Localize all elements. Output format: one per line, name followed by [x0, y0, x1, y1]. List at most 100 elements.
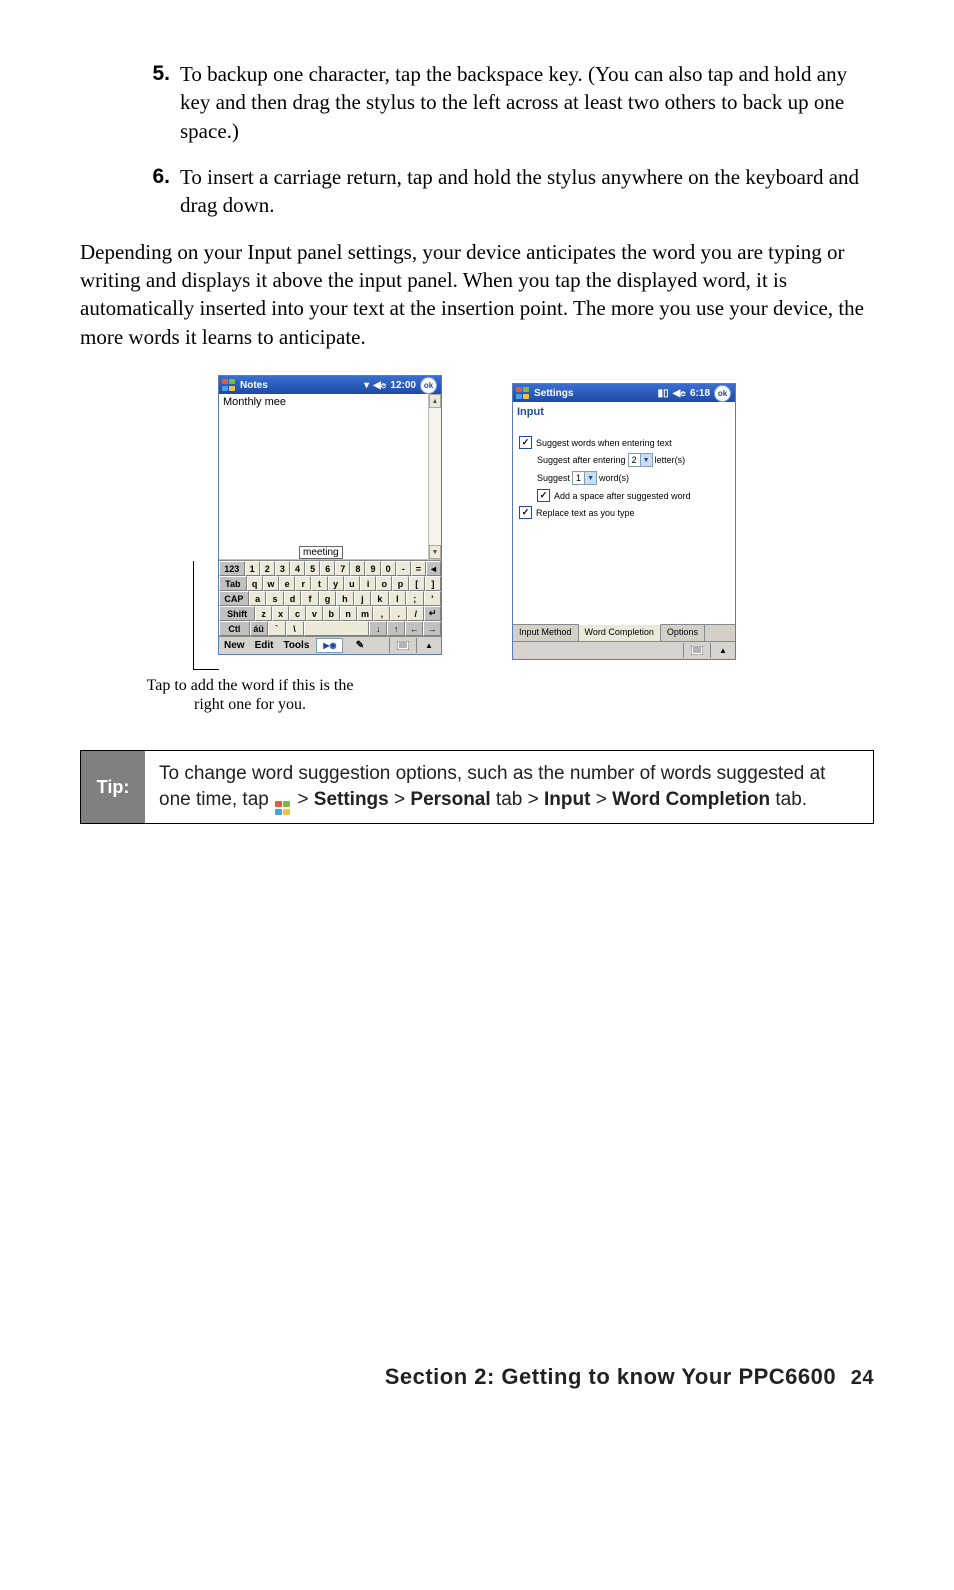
tab-input-method[interactable]: Input Method [513, 625, 579, 641]
scrollbar[interactable]: ▲ ▼ [428, 394, 441, 559]
word-suggestion[interactable]: meeting [299, 546, 343, 559]
key-6[interactable]: 6 [320, 561, 335, 576]
key-4[interactable]: 4 [290, 561, 305, 576]
scroll-up-button[interactable]: ▲ [429, 394, 441, 408]
paragraph-anticipate: Depending on your Input panel settings, … [80, 238, 874, 351]
key-w[interactable]: w [263, 576, 279, 591]
key-period[interactable]: . [390, 606, 407, 621]
key-minus[interactable]: - [396, 561, 411, 576]
sip-arrow-icon[interactable]: ▲ [416, 638, 441, 653]
key-o[interactable]: o [376, 576, 392, 591]
key-up[interactable]: ↑ [387, 621, 405, 636]
key-d[interactable]: d [284, 591, 301, 606]
key-lbracket[interactable]: [ [409, 576, 425, 591]
key-123[interactable]: 123 [219, 561, 245, 576]
key-3[interactable]: 3 [275, 561, 290, 576]
volume-icon: ◀ၔ [673, 386, 686, 401]
key-x[interactable]: x [272, 606, 289, 621]
key-a[interactable]: a [249, 591, 266, 606]
tab-options[interactable]: Options [661, 625, 705, 641]
start-icon[interactable] [515, 386, 530, 400]
key-slash[interactable]: / [407, 606, 424, 621]
key-left[interactable]: ← [405, 621, 423, 636]
checkbox-suggest[interactable]: ✓ [519, 436, 532, 449]
key-cap[interactable]: CAP [219, 591, 249, 606]
list-text-6: To insert a carriage return, tap and hol… [180, 163, 874, 220]
record-icon[interactable]: ▶◉ [316, 638, 343, 653]
key-7[interactable]: 7 [335, 561, 350, 576]
key-f[interactable]: f [301, 591, 318, 606]
key-down[interactable]: ↓ [369, 621, 387, 636]
key-2[interactable]: 2 [260, 561, 275, 576]
key-e[interactable]: e [279, 576, 295, 591]
key-right[interactable]: → [423, 621, 441, 636]
start-icon[interactable] [221, 378, 236, 392]
key-u[interactable]: u [344, 576, 360, 591]
key-s[interactable]: s [266, 591, 283, 606]
clock-time: 6:18 [690, 388, 710, 399]
key-r[interactable]: r [295, 576, 311, 591]
tab-word-completion[interactable]: Word Completion [579, 624, 661, 641]
menu-edit[interactable]: Edit [250, 640, 279, 651]
key-semicolon[interactable]: ; [406, 591, 423, 606]
key-8[interactable]: 8 [350, 561, 365, 576]
scroll-down-button[interactable]: ▼ [429, 545, 441, 559]
key-z[interactable]: z [255, 606, 272, 621]
key-comma[interactable]: , [373, 606, 390, 621]
key-1[interactable]: 1 [245, 561, 260, 576]
key-enter[interactable]: ↵ [424, 606, 441, 621]
key-g[interactable]: g [319, 591, 336, 606]
menu-tools[interactable]: Tools [278, 640, 314, 651]
key-y[interactable]: y [328, 576, 344, 591]
menu-new[interactable]: New [219, 640, 250, 651]
dropdown-words[interactable]: 1▼ [572, 471, 597, 485]
pen-icon[interactable]: ✎ [347, 639, 372, 652]
settings-subtitle: Input [513, 402, 735, 432]
key-j[interactable]: j [354, 591, 371, 606]
checkbox-addspace[interactable]: ✓ [537, 489, 550, 502]
list-number-5: 5. [140, 60, 170, 145]
key-n[interactable]: n [340, 606, 357, 621]
label-suggest: Suggest words when entering text [536, 438, 672, 448]
tip-body: To change word suggestion options, such … [145, 751, 873, 822]
notes-title: Notes [240, 380, 268, 391]
key-c[interactable]: c [289, 606, 306, 621]
label-suggest-a: Suggest [537, 473, 570, 483]
key-rbracket[interactable]: ] [425, 576, 441, 591]
key-shift[interactable]: Shift [219, 606, 255, 621]
key-m[interactable]: m [357, 606, 374, 621]
dropdown-letters[interactable]: 2▼ [628, 453, 653, 467]
ok-button[interactable]: ok [420, 377, 437, 394]
key-5[interactable]: 5 [305, 561, 320, 576]
soft-keyboard[interactable]: 123 1 2 3 4 5 6 7 8 9 0 - = ◄ Tab [219, 560, 441, 636]
key-0[interactable]: 0 [381, 561, 396, 576]
ok-button[interactable]: ok [714, 385, 731, 402]
key-b[interactable]: b [323, 606, 340, 621]
sip-keyboard-icon[interactable] [683, 643, 710, 658]
key-h[interactable]: h [336, 591, 353, 606]
key-space[interactable] [304, 621, 370, 636]
key-t[interactable]: t [311, 576, 327, 591]
key-v[interactable]: v [306, 606, 323, 621]
key-tab[interactable]: Tab [219, 576, 247, 591]
key-p[interactable]: p [392, 576, 408, 591]
key-backslash[interactable]: \ [286, 621, 304, 636]
key-equals[interactable]: = [411, 561, 426, 576]
notes-menubar: New Edit Tools ▶◉ ✎ ▲ [219, 636, 441, 654]
settings-titlebar: Settings ▮▯ ◀ၔ 6:18 ok [513, 384, 735, 402]
key-9[interactable]: 9 [365, 561, 380, 576]
key-l[interactable]: l [389, 591, 406, 606]
key-backspace[interactable]: ◄ [426, 561, 441, 576]
key-backtick[interactable]: ` [268, 621, 286, 636]
key-i[interactable]: i [360, 576, 376, 591]
key-accent[interactable]: áü [250, 621, 268, 636]
sip-keyboard-icon[interactable] [389, 638, 416, 653]
notes-text[interactable]: Monthly mee [219, 394, 441, 410]
volume-icon: ◀ၔ [373, 378, 386, 393]
key-quote[interactable]: ' [424, 591, 441, 606]
sip-arrow-icon[interactable]: ▲ [710, 643, 735, 658]
key-q[interactable]: q [247, 576, 263, 591]
key-ctl[interactable]: Ctl [219, 621, 250, 636]
key-k[interactable]: k [371, 591, 388, 606]
checkbox-replace[interactable]: ✓ [519, 506, 532, 519]
